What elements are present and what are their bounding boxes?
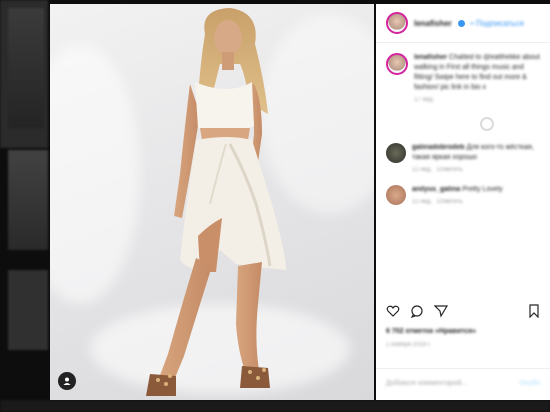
comment-icon[interactable] xyxy=(410,304,424,318)
reply-link[interactable]: Ответить xyxy=(437,167,463,173)
comment-meta: 12 нед. Ответить xyxy=(412,199,503,205)
caption-time: 17 нед. xyxy=(414,97,435,103)
comment-time: 12 нед. xyxy=(412,167,433,173)
comment-box: Добавьте комментарий... Опубл. xyxy=(376,368,550,400)
comment: galinadobrodeb Для кого-то жёсткая, така… xyxy=(376,131,550,173)
background-thumbnail xyxy=(8,270,48,350)
caption: lenafisher Chatted to @eatthelike about … xyxy=(376,43,550,103)
caption-username[interactable]: lenafisher xyxy=(414,54,447,61)
follow-button[interactable]: • Подписаться xyxy=(471,19,524,28)
comment: anilyus_galina Pretty Lovely 12 нед. Отв… xyxy=(376,173,550,205)
bookmark-icon[interactable] xyxy=(528,304,540,318)
post-photo[interactable] xyxy=(50,4,374,400)
share-icon[interactable] xyxy=(434,304,448,318)
avatar[interactable] xyxy=(386,53,408,75)
avatar[interactable] xyxy=(386,185,406,205)
reply-link[interactable]: Ответить xyxy=(437,199,463,205)
comment-input[interactable]: Добавьте комментарий... xyxy=(386,380,467,387)
comment-time: 12 нед. xyxy=(412,199,433,205)
publish-button[interactable]: Опубл. xyxy=(519,380,542,387)
loading-spinner-icon xyxy=(480,117,494,131)
model-illustration xyxy=(146,8,286,396)
comment-meta: 12 нед. Ответить xyxy=(412,167,542,173)
comment-username[interactable]: galinadobrodeb xyxy=(412,144,465,151)
likes-count[interactable]: 6 702 отметок «Нравится» xyxy=(386,328,476,335)
post-detail-panel: lenafisher • Подписаться lenafisher Chat… xyxy=(376,4,550,400)
post-date: 1 ноября 2019 г. xyxy=(386,342,431,348)
heart-icon[interactable] xyxy=(386,304,400,318)
post-username[interactable]: lenafisher xyxy=(414,19,452,28)
comment-text: anilyus_galina Pretty Lovely xyxy=(412,185,503,195)
background-thumbnail xyxy=(8,150,48,250)
background-thumbnail xyxy=(8,8,44,128)
comment-text: galinadobrodeb Для кого-то жёсткая, така… xyxy=(412,143,542,163)
comment-username[interactable]: anilyus_galina xyxy=(412,186,460,193)
person-icon[interactable] xyxy=(58,372,76,390)
caption-text: lenafisher Chatted to @eatthelike about … xyxy=(414,53,542,93)
avatar[interactable] xyxy=(386,12,408,34)
verified-badge-icon xyxy=(457,19,465,27)
avatar[interactable] xyxy=(386,143,406,163)
post-header: lenafisher • Подписаться xyxy=(376,4,550,43)
background-thumbnail xyxy=(0,400,550,412)
comment-body: Pretty Lovely xyxy=(462,186,503,193)
action-bar xyxy=(386,304,448,318)
